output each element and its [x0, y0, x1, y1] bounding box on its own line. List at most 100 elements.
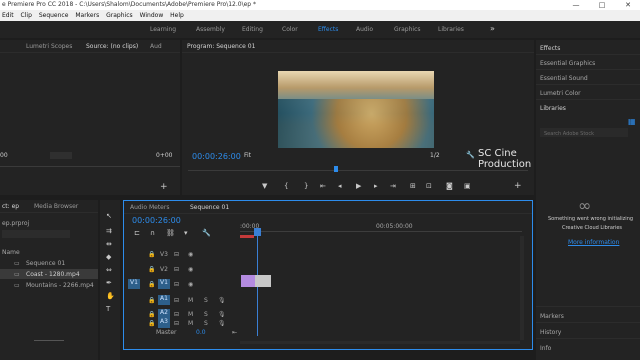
track-name[interactable]: A1 [158, 295, 170, 305]
go-to-out-icon[interactable]: ⇥ [390, 182, 396, 190]
maximize-button[interactable]: □ [592, 0, 612, 10]
go-to-end-icon[interactable]: ⇤ [232, 329, 237, 336]
solo-button[interactable]: S [204, 311, 208, 318]
solo-button[interactable]: S [204, 297, 208, 304]
tab-media-browser[interactable]: Media Browser [34, 203, 78, 210]
track-lock-icon[interactable]: 🔒 [148, 320, 155, 327]
sync-lock-icon[interactable]: ⊟ [174, 297, 179, 304]
track-lock-icon[interactable]: 🔒 [148, 251, 155, 258]
menu-graphics[interactable]: Graphics [106, 12, 133, 19]
step-forward-icon[interactable]: ▸ [374, 182, 378, 190]
razor-tool-icon[interactable]: ◆ [106, 253, 111, 261]
source-zoom-dropdown[interactable] [50, 152, 72, 159]
tab-lumetri-scopes[interactable]: Lumetri Scopes [26, 43, 72, 50]
workspace-graphics[interactable]: Graphics [394, 26, 421, 33]
timeline-timecode[interactable]: 00:00:26:00 [132, 216, 181, 225]
program-scrubber[interactable] [188, 170, 528, 171]
sync-lock-icon[interactable]: ⊟ [174, 320, 179, 327]
menu-sequence[interactable]: Sequence [39, 12, 69, 19]
work-area-bar[interactable] [240, 235, 254, 238]
tab-sequence[interactable]: Sequence 01 [190, 204, 229, 211]
workspace-libraries[interactable]: Libraries [438, 26, 464, 33]
insert-icon[interactable]: ⊞ [410, 182, 416, 190]
nest-icon[interactable]: ⊏ [134, 229, 140, 237]
play-icon[interactable]: ▶ [356, 182, 361, 190]
mute-button[interactable]: M [188, 320, 193, 327]
wrench-icon[interactable]: 🔧 [466, 151, 475, 159]
menu-window[interactable]: Window [140, 12, 164, 19]
menu-markers[interactable]: Markers [75, 12, 99, 19]
track-lock-icon[interactable]: 🔒 [148, 281, 155, 288]
sync-lock-icon[interactable]: ⊟ [174, 266, 179, 273]
source-patch-v1[interactable]: V1 [128, 279, 140, 289]
microphone-icon[interactable]: 🎙 [218, 311, 226, 318]
linked-selection-icon[interactable]: ⛓ [166, 229, 175, 237]
eye-icon[interactable]: ◉ [188, 266, 193, 273]
ripple-edit-icon[interactable]: ⇹ [106, 240, 112, 248]
thumbnail-size-slider[interactable] [34, 340, 64, 341]
solo-button[interactable]: S [204, 320, 208, 327]
resolution-dropdown[interactable]: 1/2 [430, 152, 440, 159]
add-button-icon[interactable]: + [514, 182, 522, 191]
sync-lock-icon[interactable]: ⊟ [174, 281, 179, 288]
project-search-input[interactable] [2, 230, 70, 238]
step-back-icon[interactable]: ◂ [338, 182, 342, 190]
workspace-effects[interactable]: Effects [318, 26, 338, 33]
slip-tool-icon[interactable]: ⇔ [106, 266, 112, 274]
vr-icon[interactable]: ▣ [464, 182, 471, 190]
timeline-zoom-scrollbar[interactable] [240, 341, 520, 344]
workspace-audio[interactable]: Audio [356, 26, 373, 33]
list-item[interactable]: ▭ Sequence 01 [0, 258, 98, 268]
pen-tool-icon[interactable]: ✒ [106, 279, 112, 287]
eye-icon[interactable]: ◉ [188, 281, 193, 288]
selection-tool-icon[interactable]: ↖ [106, 212, 112, 220]
tab-audio-clip-mixer[interactable]: Aud [150, 43, 162, 50]
type-tool-icon[interactable]: T [106, 305, 110, 313]
mute-button[interactable]: M [188, 311, 193, 318]
timeline-scrollbar[interactable] [520, 236, 524, 340]
program-timecode[interactable]: 00:00:26:00 [192, 152, 241, 161]
workspace-learning[interactable]: Learning [150, 26, 176, 33]
minimize-button[interactable]: — [566, 0, 586, 10]
tab-program[interactable]: Program: Sequence 01 [187, 43, 255, 50]
tab-project[interactable]: ct: ep [2, 203, 19, 210]
track-name[interactable]: V1 [158, 279, 170, 289]
column-name[interactable]: Name [2, 249, 20, 256]
workspace-color[interactable]: Color [282, 26, 298, 33]
track-select-icon[interactable]: ⇉ [106, 227, 112, 235]
program-playhead[interactable] [334, 166, 338, 172]
list-item[interactable]: ▭ Coast - 1280.mp4 [0, 269, 98, 279]
more-workspaces-icon[interactable]: » [490, 24, 495, 33]
mark-out-icon[interactable]: } [304, 182, 308, 190]
sync-lock-icon[interactable]: ⊟ [174, 311, 179, 318]
menu-clip[interactable]: Clip [21, 12, 32, 19]
add-button-icon[interactable]: + [160, 183, 168, 192]
fit-dropdown[interactable]: Fit [244, 152, 278, 160]
microphone-icon[interactable]: 🎙 [218, 320, 226, 327]
workspace-assembly[interactable]: Assembly [196, 26, 225, 33]
tab-audio-meters[interactable]: Audio Meters [130, 204, 169, 211]
panel-info[interactable] [536, 338, 640, 351]
eye-icon[interactable]: ◉ [188, 251, 193, 258]
track-name[interactable]: A3 [158, 318, 170, 328]
microphone-icon[interactable]: 🎙 [218, 297, 226, 304]
master-volume-value[interactable]: 0.0 [196, 329, 206, 336]
overwrite-icon[interactable]: ⊡ [426, 182, 432, 190]
snap-icon[interactable]: ∩ [150, 229, 155, 237]
add-marker-icon[interactable]: ▾ [184, 229, 188, 237]
go-to-in-icon[interactable]: ⇤ [320, 182, 326, 190]
grid-view-icon[interactable]: ▦ [628, 117, 636, 126]
more-information-link[interactable]: More information [568, 239, 619, 246]
workspace-editing[interactable]: Editing [242, 26, 263, 33]
track-lock-icon[interactable]: 🔒 [148, 266, 155, 273]
menu-edit[interactable]: Edit [2, 12, 14, 19]
track-lock-icon[interactable]: 🔒 [148, 311, 155, 318]
menu-help[interactable]: Help [170, 12, 184, 19]
video-clip[interactable] [255, 275, 271, 287]
tab-source[interactable]: Source: (no clips) [86, 43, 138, 50]
mark-in-icon[interactable]: { [284, 182, 288, 190]
settings-wrench-icon[interactable]: 🔧 [202, 229, 211, 237]
list-item[interactable]: ▭ Mountains - 2266.mp4 [0, 280, 98, 290]
hand-tool-icon[interactable]: ✋ [106, 292, 115, 300]
mute-button[interactable]: M [188, 297, 193, 304]
